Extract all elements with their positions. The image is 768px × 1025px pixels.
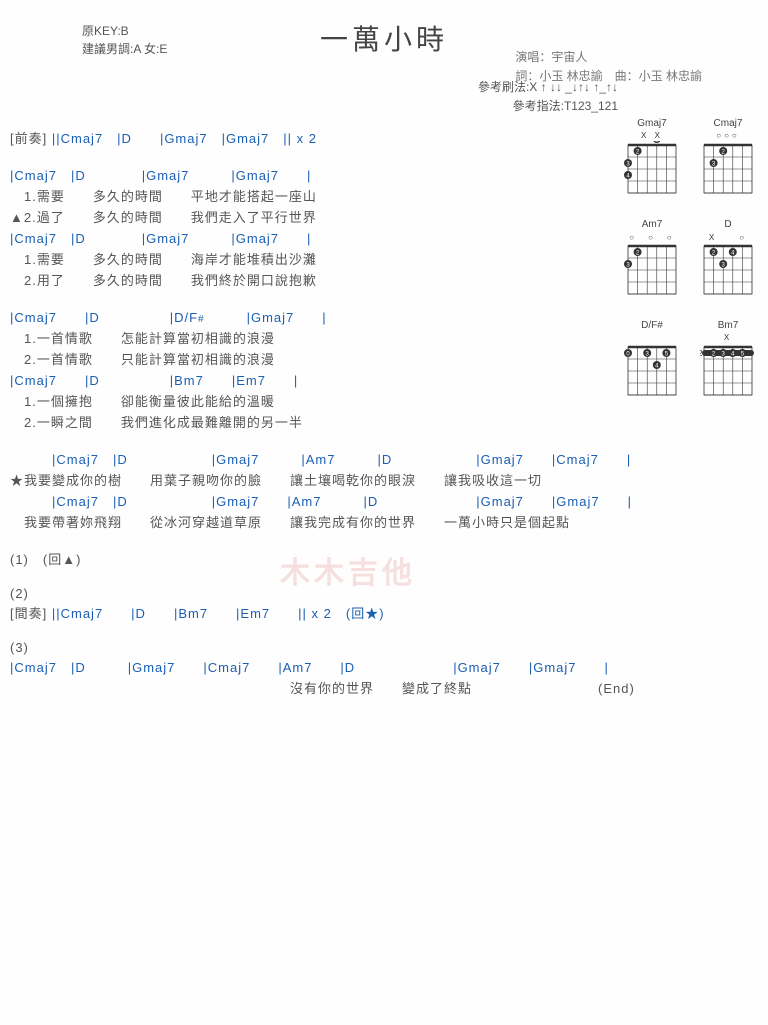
verse2: |Cmaj7 |D |D/F# |Gmaj7 | 1.一首情歌 怎能計算當初相識… xyxy=(10,307,580,431)
singer: 演唱：宇宙人 xyxy=(515,48,702,67)
v2-lyr2b: 2.一瞬之間 我們進化成最難離開的另一半 xyxy=(10,412,580,431)
v1-chord2: |Cmaj7 |D |Gmaj7 |Gmaj7 | xyxy=(10,228,580,247)
chord-diagram-bm7: Bm7X22345 xyxy=(694,320,762,403)
chord-diagram-am7: Am7○ ○ ○23 xyxy=(618,219,686,302)
direction-2: (2) [間奏] ||Cmaj7 |D |Bm7 |Em7 || x 2 (回★… xyxy=(10,586,580,622)
chord-diagram-cmaj7: Cmaj7○○○23 xyxy=(694,118,762,201)
verse1: |Cmaj7 |D |Gmaj7 |Gmaj7 | 1.需要 多久的時間 平地才… xyxy=(10,165,580,289)
ch-lyr1: ★我要變成你的樹 用葉子親吻你的臉 讓土壤喝乾你的眼淚 讓我吸收這一切 xyxy=(10,470,768,489)
intro-chords: ||Cmaj7 |D |Gmaj7 |Gmaj7 || x 2 xyxy=(52,128,317,147)
v1-lyr2b: 2.用了 多久的時間 我們終於開口說抱歉 xyxy=(10,270,580,289)
ch-chord2: |Cmaj7 |D |Gmaj7 |Am7 |D |Gmaj7 |Gmaj7 | xyxy=(10,491,768,510)
finger-pattern: 參考指法:T123_121 xyxy=(10,97,618,116)
original-key: 原KEY:B xyxy=(82,22,167,40)
end-lyr: 沒有你的世界 變成了終點 (End) xyxy=(10,678,768,697)
interlude-label: [間奏] xyxy=(10,603,47,622)
ch-chord1: |Cmaj7 |D |Gmaj7 |Am7 |D |Gmaj7 |Cmaj7 | xyxy=(10,449,768,468)
v1-lyr2a: 1.需要 多久的時間 海岸才能堆積出沙灘 xyxy=(10,249,580,268)
chord-diagram-df: D/F#0345 xyxy=(618,320,686,403)
chord-diagram-d: DX ○234 xyxy=(694,219,762,302)
end-chord: |Cmaj7 |D |Gmaj7 |Cmaj7 |Am7 |D |Gmaj7 |… xyxy=(10,657,768,676)
direction-3: (3) |Cmaj7 |D |Gmaj7 |Cmaj7 |Am7 |D |Gma… xyxy=(10,640,768,697)
v1-lyr1a: 1.需要 多久的時間 平地才能搭起一座山 xyxy=(10,186,580,205)
intro-section: [前奏] ||Cmaj7 |D |Gmaj7 |Gmaj7 || x 2 xyxy=(10,128,580,147)
v2-lyr1a: 1.一首情歌 怎能計算當初相識的浪漫 xyxy=(10,328,580,347)
chord-diagrams: Gmaj7X X2234Cmaj7○○○23Am7○ ○ ○23DX ○234D… xyxy=(618,118,762,403)
chord-sheet: [前奏] ||Cmaj7 |D |Gmaj7 |Gmaj7 || x 2 |Cm… xyxy=(10,128,580,697)
ch-lyr2: 我要帶著妳飛翔 從冰河穿越道草原 讓我完成有你的世界 一萬小時只是個起點 xyxy=(10,512,768,531)
lyricist-composer: 詞：小玉 林忠諭 曲：小玉 林忠諭 xyxy=(515,67,702,86)
v2-chord1: |Cmaj7 |D |D/F# |Gmaj7 | xyxy=(10,307,580,326)
v2-lyr2a: 1.一個擁抱 卻能衡量彼此能給的溫暖 xyxy=(10,391,580,410)
key-info: 原KEY:B 建議男調:A 女:E xyxy=(82,22,167,58)
v1-lyr1b: ▲2.過了 多久的時間 我們走入了平行世界 xyxy=(10,207,580,226)
v1-chord1: |Cmaj7 |D |Gmaj7 |Gmaj7 | xyxy=(10,165,580,184)
chord-diagram-gmaj7: Gmaj7X X2234 xyxy=(618,118,686,201)
intro-label: [前奏] xyxy=(10,128,47,147)
header: 原KEY:B 建議男調:A 女:E 一萬小時 演唱：宇宙人 詞：小玉 林忠諭 曲… xyxy=(10,18,758,58)
direction-1: (1) (回▲) xyxy=(10,549,580,568)
suggested-key: 建議男調:A 女:E xyxy=(82,40,167,58)
chorus: |Cmaj7 |D |Gmaj7 |Am7 |D |Gmaj7 |Cmaj7 |… xyxy=(10,449,768,531)
v2-lyr1b: 2.一首情歌 只能計算當初相識的浪漫 xyxy=(10,349,580,368)
credits: 演唱：宇宙人 詞：小玉 林忠諭 曲：小玉 林忠諭 xyxy=(515,48,702,86)
interlude-chords: ||Cmaj7 |D |Bm7 |Em7 || x 2 (回★) xyxy=(52,603,385,622)
v2-chord2: |Cmaj7 |D |Bm7 |Em7 | xyxy=(10,370,580,389)
